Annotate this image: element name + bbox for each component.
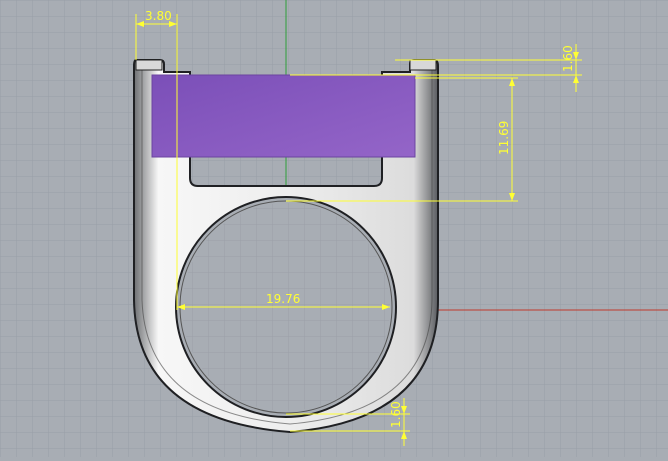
dim-top-width-text: 3.80 [145,9,172,23]
dim-diameter-text: 19.76 [266,292,300,306]
gem-slab[interactable] [151,74,416,158]
dim-bottom-thickness-text: 1.60 [389,401,403,428]
ring-model[interactable] [133,59,439,434]
dim-top-thickness-text: 1.60 [561,45,575,72]
right-prong [409,59,437,71]
cad-viewport[interactable]: 3.80 1.60 11.69 19.76 1.60 [0,0,668,457]
left-prong [135,59,163,71]
dim-height-text: 11.69 [497,121,511,155]
viewport-canvas[interactable]: 3.80 1.60 11.69 19.76 1.60 [0,0,668,457]
